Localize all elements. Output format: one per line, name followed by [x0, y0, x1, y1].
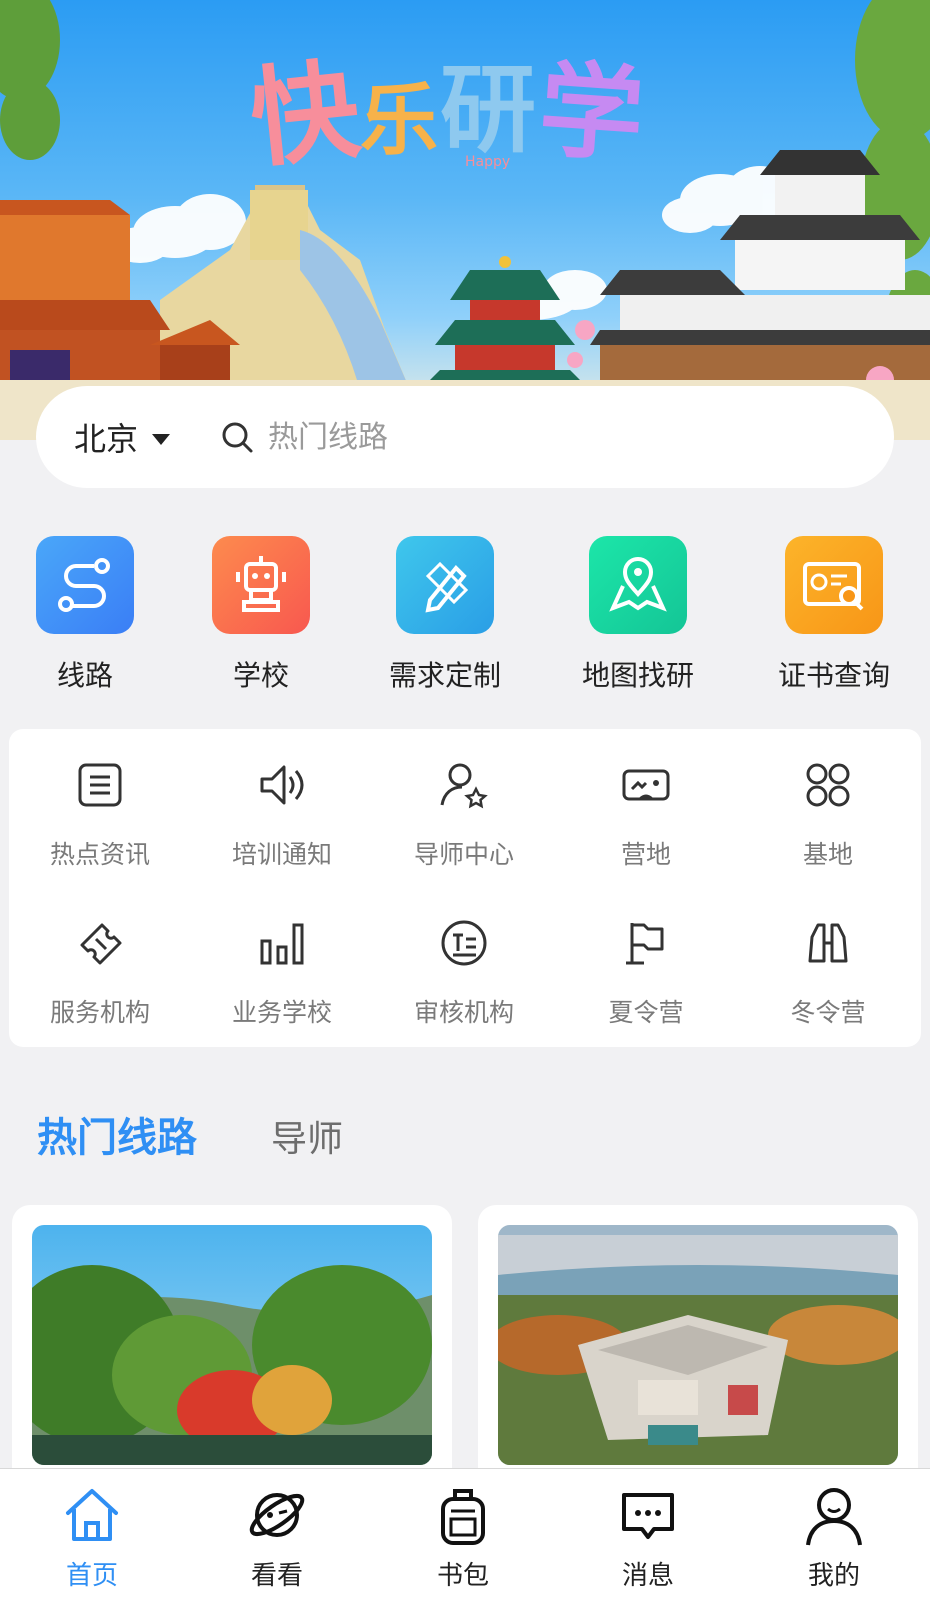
- grid-circles-icon: [806, 763, 850, 807]
- bar-chart-icon: [260, 923, 304, 965]
- quick-item-label: 学校: [232, 659, 289, 692]
- speaker-icon: [260, 765, 304, 805]
- user-star-icon: [440, 763, 488, 809]
- logo-char: 快: [244, 47, 366, 184]
- nav-label: 书包: [436, 1561, 489, 1591]
- quick-entry-row: 线路 学校 需求定制 地图找研 证书查询: [0, 536, 930, 696]
- grid-item-service[interactable]: 服务机构: [9, 917, 191, 1029]
- map-pin-icon: [589, 536, 687, 634]
- quick-item-route[interactable]: 线路: [0, 536, 170, 694]
- grid-item-label: 培训通知: [231, 840, 332, 869]
- hero-banner[interactable]: 快 乐 研 学 Happy: [0, 0, 930, 440]
- home-icon: [66, 1489, 118, 1541]
- quick-item-label: 证书查询: [777, 659, 890, 692]
- grid-item-label: 冬令营: [790, 998, 866, 1027]
- search-icon: [222, 422, 253, 453]
- pencil-ruler-icon: [396, 536, 494, 634]
- planet-icon: [249, 1493, 305, 1537]
- grid-item-winter-camp[interactable]: 冬令营: [737, 917, 919, 1029]
- ticket-icon: [80, 923, 122, 965]
- bottom-nav: 首页 看看 书包 消息 我的: [0, 1468, 930, 1600]
- content-tabs: 热门线路 导师: [37, 1105, 343, 1165]
- route-photo: [498, 1225, 898, 1465]
- grid-item-business-school[interactable]: 业务学校: [191, 917, 373, 1029]
- nav-label: 消息: [621, 1561, 674, 1591]
- quick-item-school[interactable]: 学校: [176, 536, 346, 694]
- grid-item-news[interactable]: 热点资讯: [9, 759, 191, 871]
- banner-logo: 快 乐 研 学 Happy: [245, 18, 670, 184]
- flag-icon: [626, 923, 664, 965]
- city-selector[interactable]: 北京: [74, 414, 138, 460]
- message-icon: [622, 1493, 674, 1539]
- route-icon: [36, 536, 134, 634]
- nav-messages[interactable]: 消息: [568, 1483, 728, 1592]
- grid-item-label: 基地: [802, 840, 853, 869]
- grid-item-label: 热点资讯: [49, 840, 150, 869]
- profile-icon: [806, 1488, 862, 1546]
- grid-item-label: 导师中心: [413, 840, 514, 869]
- grid-item-base[interactable]: 基地: [737, 759, 919, 871]
- feature-grid: 热点资讯 培训通知 导师中心 营地 基地 服务机构 业务学校 审核机构 夏令营 …: [9, 729, 921, 1047]
- grid-item-mentor[interactable]: 导师中心: [373, 759, 555, 871]
- search-bar: 北京: [36, 386, 894, 488]
- nav-discover[interactable]: 看看: [197, 1483, 357, 1592]
- nav-home[interactable]: 首页: [12, 1483, 172, 1592]
- route-card[interactable]: [12, 1205, 452, 1505]
- grid-item-summer-camp[interactable]: 夏令营: [555, 917, 737, 1029]
- nav-label: 首页: [65, 1561, 118, 1591]
- quick-item-certificate[interactable]: 证书查询: [749, 536, 919, 694]
- tab-mentor[interactable]: 导师: [271, 1110, 343, 1162]
- nav-label: 看看: [250, 1561, 303, 1591]
- grid-item-camp[interactable]: 营地: [555, 759, 737, 871]
- grid-item-label: 夏令营: [608, 998, 684, 1027]
- grid-item-training[interactable]: 培训通知: [191, 759, 373, 871]
- route-card[interactable]: [478, 1205, 918, 1505]
- logo-subtitle: Happy: [465, 154, 511, 170]
- grid-item-label: 服务机构: [49, 998, 150, 1027]
- grid-item-audit[interactable]: 审核机构: [373, 917, 555, 1029]
- quick-item-label: 线路: [56, 659, 113, 692]
- quick-item-custom[interactable]: 需求定制: [360, 536, 530, 694]
- quick-item-label: 地图找研: [581, 659, 694, 692]
- logo-char: 研: [440, 54, 536, 166]
- grid-item-label: 营地: [620, 840, 671, 869]
- tab-hot-routes[interactable]: 热门线路: [37, 1105, 197, 1163]
- nav-label: 我的: [807, 1561, 860, 1591]
- route-photo: [32, 1225, 432, 1465]
- nav-profile[interactable]: 我的: [754, 1483, 914, 1592]
- news-icon: [78, 763, 122, 807]
- backpack-icon: [441, 1489, 485, 1545]
- binoculars-icon: [808, 923, 848, 963]
- grid-item-label: 业务学校: [231, 998, 332, 1027]
- logo-char: 学: [535, 48, 648, 178]
- quick-item-label: 需求定制: [388, 659, 501, 692]
- quick-item-map[interactable]: 地图找研: [553, 536, 723, 694]
- robot-icon: [212, 536, 310, 634]
- nav-backpack[interactable]: 书包: [383, 1483, 543, 1592]
- search-input[interactable]: [268, 419, 769, 455]
- logo-char: 乐: [360, 76, 439, 166]
- grid-item-label: 审核机构: [413, 998, 514, 1027]
- vr-goggles-icon: [622, 769, 670, 801]
- chevron-down-icon[interactable]: [152, 433, 171, 445]
- text-circle-icon: [441, 920, 487, 966]
- certificate-search-icon: [785, 536, 883, 634]
